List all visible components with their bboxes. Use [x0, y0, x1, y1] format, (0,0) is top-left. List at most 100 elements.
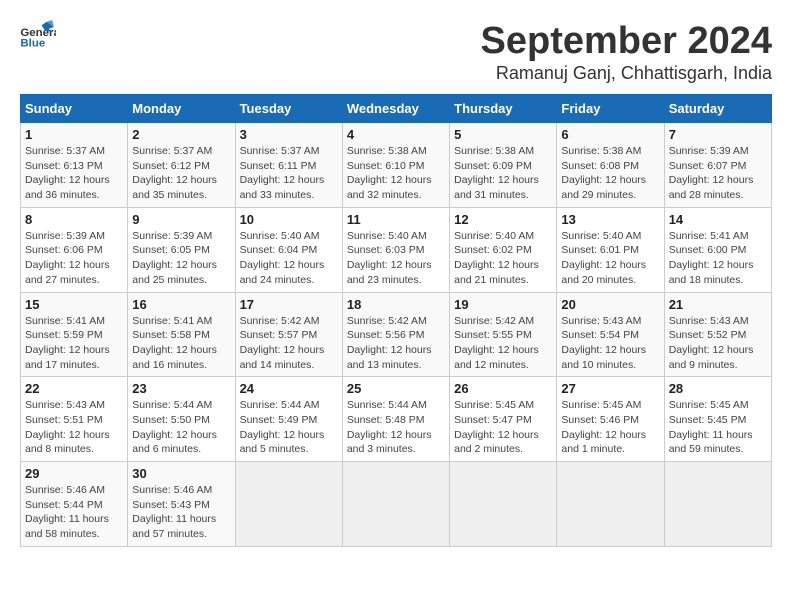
day-header-sunday: Sunday	[21, 95, 128, 123]
calendar-cell: 9 Sunrise: 5:39 AM Sunset: 6:05 PM Daylig…	[128, 207, 235, 292]
calendar-cell: 27 Sunrise: 5:45 AM Sunset: 5:46 PM Dayli…	[557, 377, 664, 462]
day-info: Sunrise: 5:39 AM Sunset: 6:05 PM Dayligh…	[132, 229, 230, 288]
calendar-cell: 17 Sunrise: 5:42 AM Sunset: 5:57 PM Dayli…	[235, 292, 342, 377]
calendar-cell: 20Sunrise: 5:43 AM Sunset: 5:54 PM Dayli…	[557, 292, 664, 377]
svg-text:Blue: Blue	[20, 37, 45, 49]
day-info: Sunrise: 5:39 AM Sunset: 6:07 PM Dayligh…	[669, 144, 767, 203]
day-header-monday: Monday	[128, 95, 235, 123]
day-number: 18	[347, 297, 445, 312]
day-info: Sunrise: 5:40 AM Sunset: 6:04 PM Dayligh…	[240, 229, 338, 288]
day-info: Sunrise: 5:38 AM Sunset: 6:09 PM Dayligh…	[454, 144, 552, 203]
day-number: 21	[669, 297, 767, 312]
calendar-header-row: SundayMondayTuesdayWednesdayThursdayFrid…	[21, 95, 772, 123]
calendar-cell	[450, 462, 557, 547]
day-info: Sunrise: 5:37 AM Sunset: 6:11 PM Dayligh…	[240, 144, 338, 203]
day-number: 4	[347, 127, 445, 142]
day-number: 13	[561, 212, 659, 227]
calendar-cell: 6 Sunrise: 5:38 AM Sunset: 6:08 PM Daylig…	[557, 123, 664, 208]
day-number: 19	[454, 297, 552, 312]
day-info: Sunrise: 5:38 AM Sunset: 6:10 PM Dayligh…	[347, 144, 445, 203]
calendar-cell: 4 Sunrise: 5:38 AM Sunset: 6:10 PM Daylig…	[342, 123, 449, 208]
logo: General Blue	[20, 20, 56, 50]
calendar-cell: 2Sunrise: 5:37 AM Sunset: 6:12 PM Daylig…	[128, 123, 235, 208]
calendar-cell: 18 Sunrise: 5:42 AM Sunset: 5:56 PM Dayli…	[342, 292, 449, 377]
calendar-cell	[342, 462, 449, 547]
day-info: Sunrise: 5:41 AM Sunset: 5:59 PM Dayligh…	[25, 314, 123, 373]
day-header-friday: Friday	[557, 95, 664, 123]
day-number: 5	[454, 127, 552, 142]
calendar-table: SundayMondayTuesdayWednesdayThursdayFrid…	[20, 94, 772, 547]
day-number: 30	[132, 466, 230, 481]
day-header-saturday: Saturday	[664, 95, 771, 123]
day-number: 1	[25, 127, 123, 142]
day-info: Sunrise: 5:43 AM Sunset: 5:52 PM Dayligh…	[669, 314, 767, 373]
day-info: Sunrise: 5:41 AM Sunset: 6:00 PM Dayligh…	[669, 229, 767, 288]
calendar-cell: 14 Sunrise: 5:41 AM Sunset: 6:00 PM Dayli…	[664, 207, 771, 292]
day-info: Sunrise: 5:37 AM Sunset: 6:13 PM Dayligh…	[25, 144, 123, 203]
calendar-week-2: 8Sunrise: 5:39 AM Sunset: 6:06 PM Daylig…	[21, 207, 772, 292]
calendar-cell: 13 Sunrise: 5:40 AM Sunset: 6:01 PM Dayli…	[557, 207, 664, 292]
day-info: Sunrise: 5:40 AM Sunset: 6:01 PM Dayligh…	[561, 229, 659, 288]
day-info: Sunrise: 5:38 AM Sunset: 6:08 PM Dayligh…	[561, 144, 659, 203]
day-info: Sunrise: 5:46 AM Sunset: 5:44 PM Dayligh…	[25, 483, 123, 542]
day-number: 15	[25, 297, 123, 312]
day-info: Sunrise: 5:44 AM Sunset: 5:49 PM Dayligh…	[240, 398, 338, 457]
day-number: 28	[669, 381, 767, 396]
calendar-week-5: 29 Sunrise: 5:46 AM Sunset: 5:44 PM Dayli…	[21, 462, 772, 547]
day-header-tuesday: Tuesday	[235, 95, 342, 123]
day-number: 10	[240, 212, 338, 227]
day-number: 24	[240, 381, 338, 396]
day-info: Sunrise: 5:42 AM Sunset: 5:57 PM Dayligh…	[240, 314, 338, 373]
day-header-wednesday: Wednesday	[342, 95, 449, 123]
calendar-cell: 24 Sunrise: 5:44 AM Sunset: 5:49 PM Dayli…	[235, 377, 342, 462]
calendar-cell: 26 Sunrise: 5:45 AM Sunset: 5:47 PM Dayli…	[450, 377, 557, 462]
calendar-cell: 29 Sunrise: 5:46 AM Sunset: 5:44 PM Dayli…	[21, 462, 128, 547]
day-header-thursday: Thursday	[450, 95, 557, 123]
day-info: Sunrise: 5:46 AM Sunset: 5:43 PM Dayligh…	[132, 483, 230, 542]
calendar-week-4: 22Sunrise: 5:43 AM Sunset: 5:51 PM Dayli…	[21, 377, 772, 462]
day-number: 29	[25, 466, 123, 481]
day-info: Sunrise: 5:45 AM Sunset: 5:47 PM Dayligh…	[454, 398, 552, 457]
day-number: 17	[240, 297, 338, 312]
calendar-body: 1 Sunrise: 5:37 AM Sunset: 6:13 PM Daylig…	[21, 123, 772, 547]
calendar-cell	[664, 462, 771, 547]
calendar-cell	[557, 462, 664, 547]
day-info: Sunrise: 5:39 AM Sunset: 6:06 PM Dayligh…	[25, 229, 123, 288]
calendar-cell: 10 Sunrise: 5:40 AM Sunset: 6:04 PM Dayli…	[235, 207, 342, 292]
day-number: 23	[132, 381, 230, 396]
day-info: Sunrise: 5:43 AM Sunset: 5:54 PM Dayligh…	[561, 314, 659, 373]
day-info: Sunrise: 5:43 AM Sunset: 5:51 PM Dayligh…	[25, 398, 123, 457]
day-info: Sunrise: 5:44 AM Sunset: 5:48 PM Dayligh…	[347, 398, 445, 457]
day-number: 3	[240, 127, 338, 142]
day-number: 26	[454, 381, 552, 396]
day-number: 6	[561, 127, 659, 142]
calendar-cell: 7 Sunrise: 5:39 AM Sunset: 6:07 PM Daylig…	[664, 123, 771, 208]
day-info: Sunrise: 5:42 AM Sunset: 5:56 PM Dayligh…	[347, 314, 445, 373]
day-number: 27	[561, 381, 659, 396]
calendar-cell: 12Sunrise: 5:40 AM Sunset: 6:02 PM Dayli…	[450, 207, 557, 292]
day-info: Sunrise: 5:40 AM Sunset: 6:02 PM Dayligh…	[454, 229, 552, 288]
calendar-cell: 25Sunrise: 5:44 AM Sunset: 5:48 PM Dayli…	[342, 377, 449, 462]
calendar-week-1: 1 Sunrise: 5:37 AM Sunset: 6:13 PM Daylig…	[21, 123, 772, 208]
calendar-cell: 11Sunrise: 5:40 AM Sunset: 6:03 PM Dayli…	[342, 207, 449, 292]
day-info: Sunrise: 5:44 AM Sunset: 5:50 PM Dayligh…	[132, 398, 230, 457]
calendar-cell: 30 Sunrise: 5:46 AM Sunset: 5:43 PM Dayli…	[128, 462, 235, 547]
calendar-cell: 3 Sunrise: 5:37 AM Sunset: 6:11 PM Daylig…	[235, 123, 342, 208]
calendar-cell	[235, 462, 342, 547]
day-number: 16	[132, 297, 230, 312]
day-info: Sunrise: 5:45 AM Sunset: 5:46 PM Dayligh…	[561, 398, 659, 457]
subtitle: Ramanuj Ganj, Chhattisgarh, India	[481, 63, 773, 84]
day-number: 7	[669, 127, 767, 142]
day-number: 11	[347, 212, 445, 227]
calendar-cell: 28Sunrise: 5:45 AM Sunset: 5:45 PM Dayli…	[664, 377, 771, 462]
calendar-cell: 21 Sunrise: 5:43 AM Sunset: 5:52 PM Dayli…	[664, 292, 771, 377]
calendar-cell: 15 Sunrise: 5:41 AM Sunset: 5:59 PM Dayli…	[21, 292, 128, 377]
day-number: 14	[669, 212, 767, 227]
day-info: Sunrise: 5:37 AM Sunset: 6:12 PM Dayligh…	[132, 144, 230, 203]
calendar-cell: 23 Sunrise: 5:44 AM Sunset: 5:50 PM Dayli…	[128, 377, 235, 462]
calendar-week-3: 15 Sunrise: 5:41 AM Sunset: 5:59 PM Dayli…	[21, 292, 772, 377]
calendar-cell: 19Sunrise: 5:42 AM Sunset: 5:55 PM Dayli…	[450, 292, 557, 377]
calendar-cell: 16Sunrise: 5:41 AM Sunset: 5:58 PM Dayli…	[128, 292, 235, 377]
day-number: 9	[132, 212, 230, 227]
calendar-cell: 22Sunrise: 5:43 AM Sunset: 5:51 PM Dayli…	[21, 377, 128, 462]
